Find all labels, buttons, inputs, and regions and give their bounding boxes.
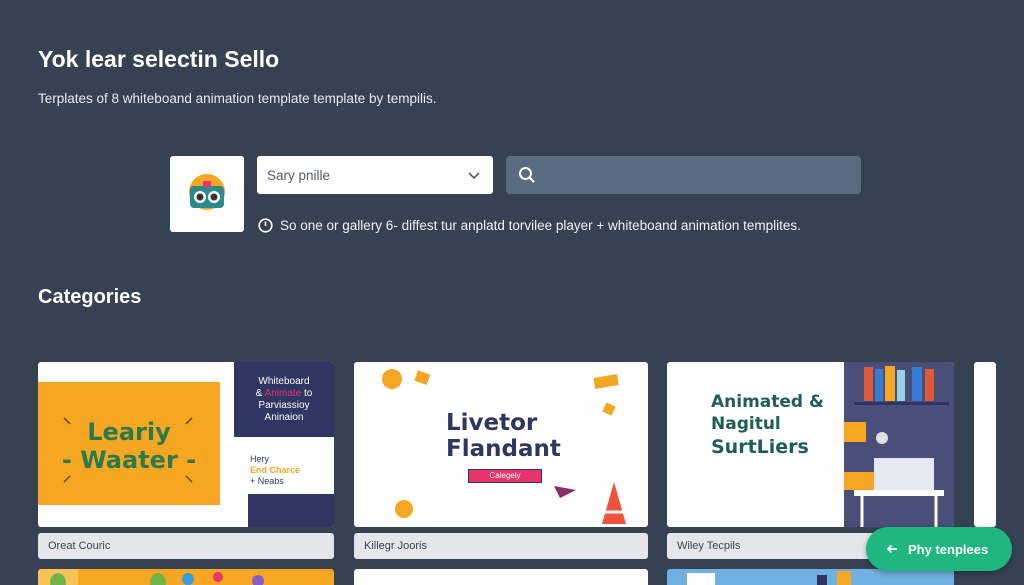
card-1-small-text: Hery End Charce + Neabs bbox=[250, 454, 301, 486]
app-logo[interactable] bbox=[170, 156, 244, 232]
row2-card-3[interactable] bbox=[667, 569, 954, 585]
card-1-orange-panel: Leariy - Waater - bbox=[38, 382, 220, 505]
card-2-big-text-2: Flandant bbox=[446, 436, 561, 462]
card-3-big-text-2: Nagitul bbox=[711, 414, 781, 434]
row2-card-3-decor bbox=[687, 571, 851, 585]
select-value: Sary pnille bbox=[267, 167, 331, 183]
card-3-big-text-1: Animated & bbox=[711, 392, 824, 412]
search-icon bbox=[519, 167, 535, 183]
search-input[interactable] bbox=[506, 156, 861, 194]
card-2-big-text-1: Livetor bbox=[446, 410, 538, 436]
card-1-navy-panel: Whiteboard & Animate to Parviassioy Anin… bbox=[234, 362, 334, 437]
card-1-side-line3: Parviassioy bbox=[258, 400, 310, 411]
hint-text: So one or gallery 6- diffest tur anplatd… bbox=[280, 218, 801, 233]
card-1-big-text-1: Leariy bbox=[87, 418, 171, 446]
category-card-3[interactable]: Animated & Nagitul SurtLiers bbox=[667, 362, 954, 527]
category-card-2[interactable]: Livetor Flandant Calegely bbox=[354, 362, 648, 527]
arrow-left-icon bbox=[886, 544, 897, 554]
info-hint: So one or gallery 6- diffest tur anplatd… bbox=[258, 218, 801, 233]
info-circle-icon bbox=[258, 218, 273, 233]
row2-card-1-decor bbox=[38, 569, 264, 585]
card-1-side-line4: Aninaion bbox=[264, 412, 304, 423]
card-1-side-line1: Whiteboard bbox=[258, 376, 310, 387]
card-2-label[interactable]: Killegr Jooris bbox=[354, 533, 648, 559]
play-templates-button[interactable]: Phy tenplees bbox=[866, 527, 1012, 571]
shelf-illustration bbox=[844, 362, 954, 527]
page-title: Yok lear selectin Sello bbox=[38, 46, 280, 72]
card-1-label[interactable]: Oreat Couric bbox=[38, 533, 334, 559]
template-select[interactable]: Sary pnille bbox=[257, 156, 493, 194]
category-card-4-partial[interactable] bbox=[974, 362, 996, 527]
row2-card-1[interactable] bbox=[38, 569, 334, 585]
card-2-tag: Calegely bbox=[468, 469, 542, 483]
card-3-big-text-3: SurtLiers bbox=[711, 436, 809, 458]
camera-icon bbox=[189, 174, 225, 210]
card-1-navy-footer bbox=[248, 494, 334, 527]
chevron-down-icon bbox=[468, 172, 480, 180]
card-1-side-line2: & Animate to bbox=[255, 388, 313, 399]
page-subtitle: Terplates of 8 whiteboand animation temp… bbox=[38, 91, 437, 106]
card-1-big-text-2: - Waater - bbox=[61, 446, 197, 474]
categories-heading: Categories bbox=[38, 286, 142, 308]
play-templates-label: Phy tenplees bbox=[908, 541, 989, 557]
row2-card-2[interactable] bbox=[354, 569, 648, 585]
category-card-1[interactable]: Leariy - Waater - Whiteboard & Animate t… bbox=[38, 362, 334, 527]
